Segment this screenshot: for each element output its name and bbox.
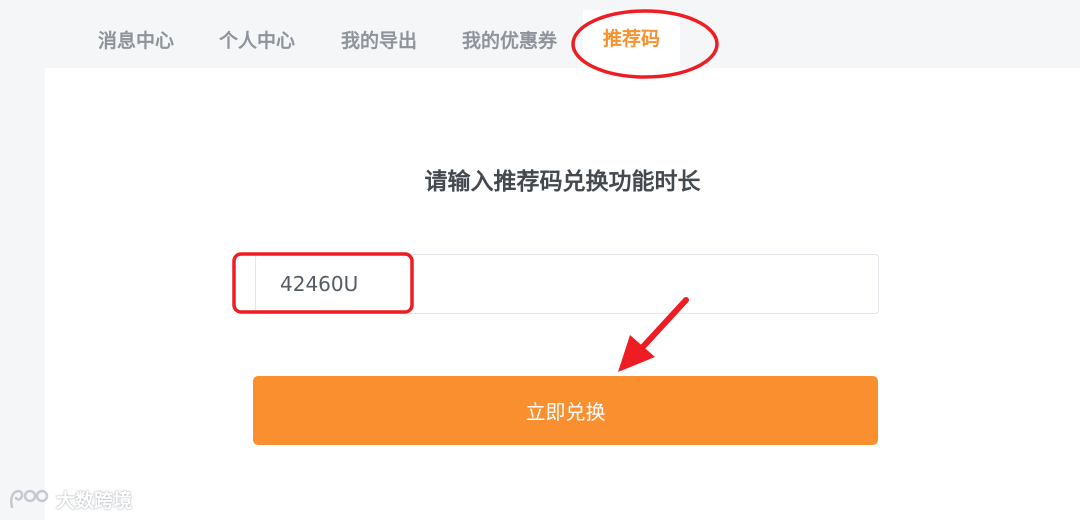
tab-referral-code[interactable]: 推荐码 [583,10,681,68]
redeem-button[interactable]: 立即兑换 [253,376,878,445]
referral-code-input[interactable] [255,254,879,314]
tab-my-exports[interactable]: 我的导出 [341,26,417,53]
tab-my-coupons[interactable]: 我的优惠券 [462,26,557,53]
referral-panel: 请输入推荐码兑换功能时长 立即兑换 [45,68,1080,520]
watermark-text: 大数跨境 [56,489,133,512]
watermark: 大数跨境 [8,484,132,514]
tab-personal-center[interactable]: 个人中心 [219,26,295,53]
tab-bar: 消息中心 个人中心 我的导出 我的优惠券 推荐码 [0,0,1080,68]
tab-message-center[interactable]: 消息中心 [98,26,174,53]
page-heading: 请输入推荐码兑换功能时长 [424,169,701,195]
brand-logo-icon [10,489,49,509]
